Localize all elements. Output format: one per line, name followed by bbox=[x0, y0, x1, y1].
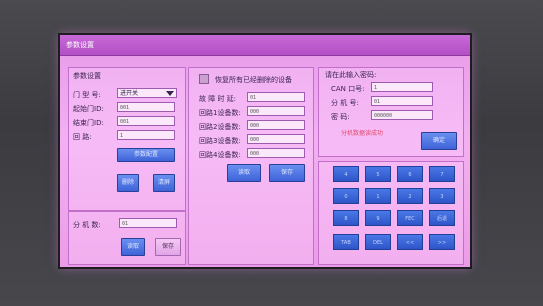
slave-no-field[interactable]: 01 bbox=[371, 96, 433, 106]
key-0[interactable]: 0 bbox=[333, 188, 359, 204]
fault-time-field[interactable]: 01 bbox=[247, 92, 305, 102]
loop2-field[interactable]: 000 bbox=[247, 120, 305, 130]
confirm-button[interactable]: 确定 bbox=[421, 132, 457, 150]
save-devices-button[interactable]: 保存 bbox=[269, 164, 305, 182]
key-backspace[interactable]: 后退 bbox=[429, 210, 455, 226]
key-7[interactable]: 7 bbox=[429, 166, 455, 182]
slaves-field[interactable]: 01 bbox=[119, 218, 177, 228]
key-5[interactable]: 5 bbox=[365, 166, 391, 182]
loop-label: 回 路: bbox=[73, 133, 92, 141]
start-door-label: 起始门ID: bbox=[73, 105, 104, 113]
loop-field[interactable]: 1 bbox=[117, 130, 175, 140]
status-message: 分机数据读成功 bbox=[341, 130, 384, 137]
delete-button[interactable]: 删除 bbox=[117, 174, 139, 192]
device-panel: 恢复所有已经删除的设备 故 障 时 延: 01 回路1设备数: 000 回路2设… bbox=[188, 67, 314, 265]
touch-screen: 参数设置 参数设置 门 型 号: 进开关 起始门ID: 001 结束门ID: 0… bbox=[60, 35, 470, 267]
window-title: 参数设置 bbox=[66, 41, 94, 49]
key-fec[interactable]: FEC bbox=[397, 210, 423, 226]
key-2[interactable]: 2 bbox=[397, 188, 423, 204]
password-panel: 请在此输入密码: CAN 口号: 1 分 机 号: 01 密 码: 000000… bbox=[318, 67, 464, 157]
can-field[interactable]: 1 bbox=[371, 82, 433, 92]
restore-checkbox[interactable] bbox=[199, 74, 209, 84]
clear-button[interactable]: 清屏 bbox=[153, 174, 175, 192]
end-door-field[interactable]: 001 bbox=[117, 116, 175, 126]
door-type-label: 门 型 号: bbox=[73, 91, 101, 99]
key-del[interactable]: DEL bbox=[365, 234, 391, 250]
door-type-value: 进开关 bbox=[120, 90, 139, 97]
slave-no-label: 分 机 号: bbox=[331, 99, 359, 107]
password-section-title: 请在此输入密码: bbox=[325, 71, 377, 79]
save-slaves-button[interactable]: 保存 bbox=[155, 238, 181, 256]
can-label: CAN 口号: bbox=[331, 85, 365, 93]
loop3-label: 回路3设备数: bbox=[199, 137, 241, 145]
door-type-select[interactable]: 进开关 bbox=[117, 88, 177, 98]
loop4-field[interactable]: 000 bbox=[247, 148, 305, 158]
start-door-field[interactable]: 001 bbox=[117, 102, 175, 112]
loop2-label: 回路2设备数: bbox=[199, 123, 241, 131]
param-section-title: 参数设置 bbox=[73, 72, 101, 80]
title-bar: 参数设置 bbox=[60, 35, 470, 56]
loop3-field[interactable]: 000 bbox=[247, 134, 305, 144]
read-devices-button[interactable]: 读取 bbox=[227, 164, 261, 182]
key-3[interactable]: 3 bbox=[429, 188, 455, 204]
key-1[interactable]: 1 bbox=[365, 188, 391, 204]
loop4-label: 回路4设备数: bbox=[199, 151, 241, 159]
password-field[interactable]: 000000 bbox=[371, 110, 433, 120]
slaves-label: 分 机 数: bbox=[73, 221, 101, 229]
key-9[interactable]: 9 bbox=[365, 210, 391, 226]
key-left[interactable]: << bbox=[397, 234, 423, 250]
param-panel: 参数设置 门 型 号: 进开关 起始门ID: 001 结束门ID: 001 回 … bbox=[68, 67, 186, 211]
end-door-label: 结束门ID: bbox=[73, 119, 104, 127]
key-right[interactable]: >> bbox=[429, 234, 455, 250]
keypad-panel: 4 5 6 7 0 1 2 3 8 9 FEC 后退 TAB DEL << >> bbox=[318, 161, 464, 265]
key-8[interactable]: 8 bbox=[333, 210, 359, 226]
key-6[interactable]: 6 bbox=[397, 166, 423, 182]
chevron-down-icon bbox=[166, 91, 174, 96]
loop1-label: 回路1设备数: bbox=[199, 109, 241, 117]
password-label: 密 码: bbox=[331, 113, 350, 121]
key-4[interactable]: 4 bbox=[333, 166, 359, 182]
read-slaves-button[interactable]: 读取 bbox=[121, 238, 145, 256]
restore-label: 恢复所有已经删除的设备 bbox=[215, 76, 292, 84]
key-tab[interactable]: TAB bbox=[333, 234, 359, 250]
fault-time-label: 故 障 时 延: bbox=[199, 95, 237, 103]
add-config-button[interactable]: 参数配置 bbox=[117, 148, 175, 162]
loop1-field[interactable]: 000 bbox=[247, 106, 305, 116]
slaves-panel: 分 机 数: 01 读取 保存 bbox=[68, 211, 186, 265]
